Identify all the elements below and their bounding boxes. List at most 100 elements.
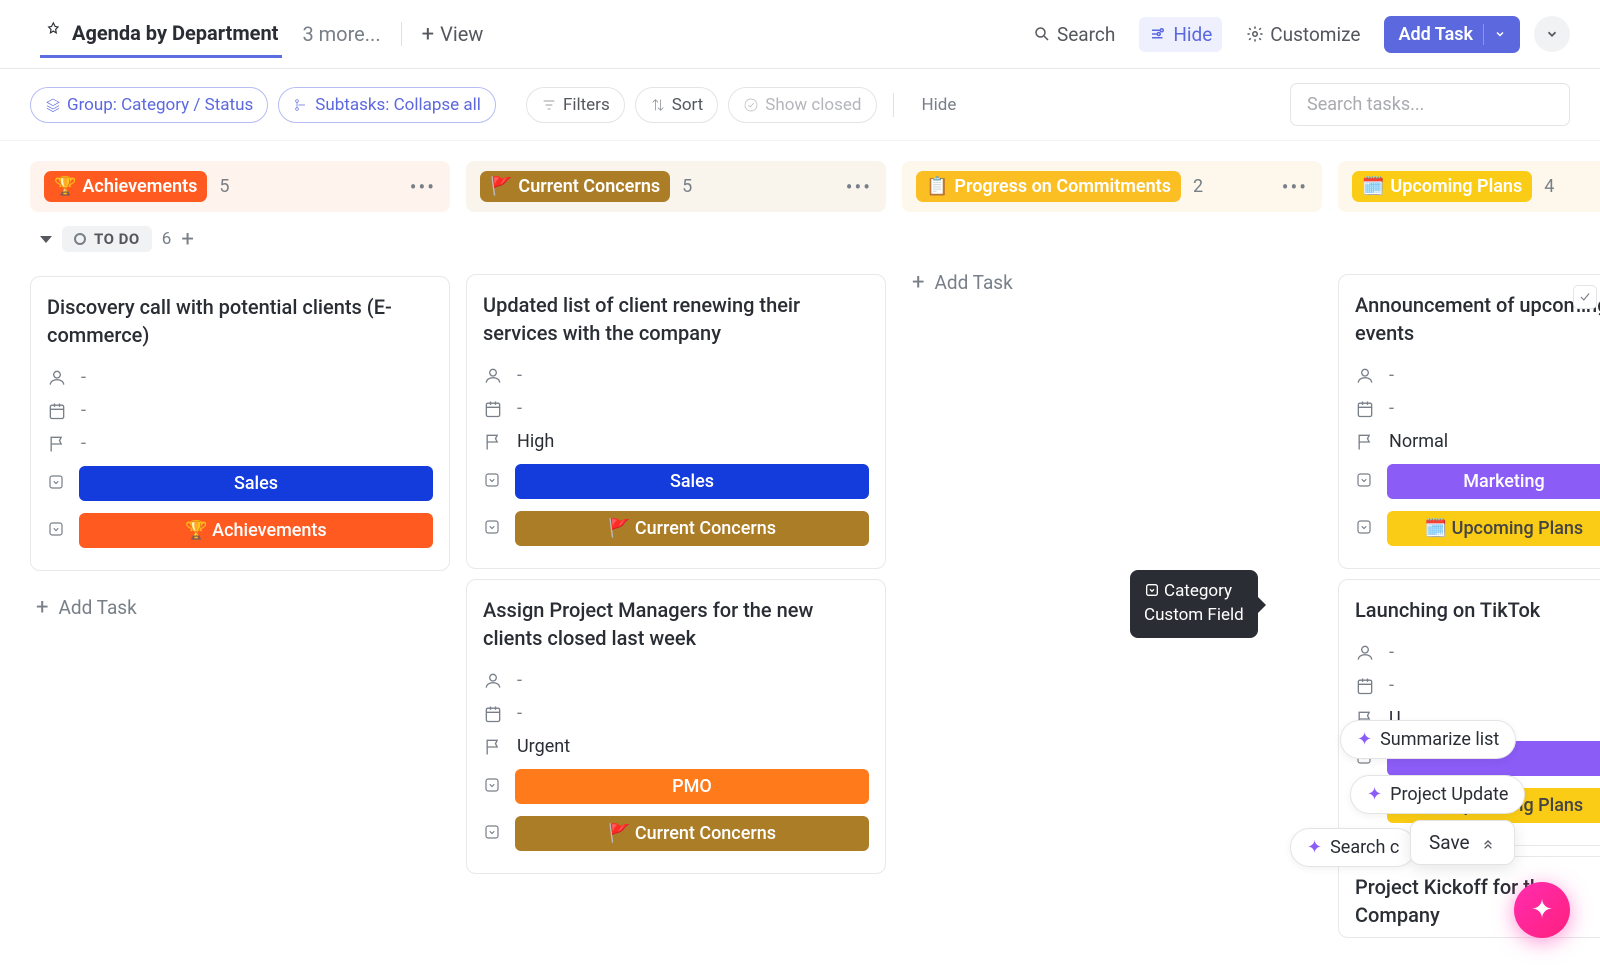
date-row[interactable]: -: [483, 697, 869, 730]
dropdown-icon: [1355, 518, 1373, 540]
sliders-icon: [1149, 25, 1167, 43]
chevrons-up-icon: [1480, 835, 1496, 851]
status-label: TO DO: [94, 230, 140, 248]
task-card[interactable]: Assign Project Managers for the new clie…: [466, 579, 886, 874]
priority-row[interactable]: Normal: [1355, 425, 1600, 458]
subtasks-icon: [293, 97, 309, 113]
dropdown-icon: [1144, 582, 1160, 598]
subtasks-pill[interactable]: Subtasks: Collapse all: [278, 87, 496, 123]
card-title[interactable]: Updated list of client renewing their se…: [483, 291, 869, 347]
category-row[interactable]: 🚩 Current Concerns: [483, 810, 869, 857]
column-menu[interactable]: •••: [846, 175, 872, 199]
category-row[interactable]: 🗓️ Upcoming Plans: [1355, 505, 1600, 552]
hide-button[interactable]: Hide: [1139, 17, 1222, 52]
assignee-row[interactable]: -: [1355, 636, 1600, 669]
more-menu-button[interactable]: [1534, 16, 1570, 52]
date-row[interactable]: -: [1355, 392, 1600, 425]
column-achievements: 🏆Achievements 5 ••• TO DO 6 + Discovery …: [30, 161, 450, 634]
assignee-row[interactable]: -: [47, 361, 433, 394]
column-header[interactable]: 📋Progress on Commitments 2 •••: [902, 161, 1322, 212]
dept-row[interactable]: Marketing: [1355, 458, 1600, 505]
dropdown-icon: [483, 776, 501, 798]
category-row[interactable]: 🚩 Current Concerns: [483, 505, 869, 552]
show-closed-label: Show closed: [765, 95, 861, 115]
more-tabs[interactable]: 3 more...: [302, 22, 380, 46]
search-button[interactable]: Search: [1023, 17, 1125, 52]
card-check-button[interactable]: [1573, 285, 1597, 309]
toolbar: Group: Category / Status Subtasks: Colla…: [0, 69, 1600, 141]
add-view-button[interactable]: + View: [422, 22, 484, 47]
dept-row[interactable]: Sales: [47, 460, 433, 507]
collapse-toggle[interactable]: [40, 236, 52, 243]
add-task-column[interactable]: + Add Task: [902, 264, 1322, 301]
header-bar: Agenda by Department 3 more... + View Se…: [0, 0, 1600, 69]
column-header[interactable]: 🗓️Upcoming Plans 4: [1338, 161, 1600, 212]
dropdown-icon: [47, 473, 65, 495]
task-card[interactable]: Updated list of client renewing their se…: [466, 274, 886, 569]
status-pill[interactable]: TO DO: [62, 226, 152, 252]
sparkle-icon: ✦: [1531, 895, 1553, 925]
card-title[interactable]: Launching on TikTok: [1355, 596, 1600, 624]
task-card[interactable]: Announcement of upcoming events - - Norm…: [1338, 274, 1600, 569]
card-title[interactable]: Discovery call with potential clients (E…: [47, 293, 433, 349]
sort-pill[interactable]: Sort: [635, 87, 719, 123]
view-tab-agenda[interactable]: Agenda by Department: [40, 10, 282, 58]
dropdown-icon: [47, 520, 65, 542]
ai-project-update-chip[interactable]: ✦Project Update: [1350, 775, 1525, 814]
dropdown-icon: [1355, 471, 1373, 493]
card-title[interactable]: Assign Project Managers for the new clie…: [483, 596, 869, 652]
column-count: 2: [1193, 176, 1203, 197]
calendar-icon: [483, 399, 503, 419]
priority-row[interactable]: Urgent: [483, 730, 869, 763]
show-closed-pill[interactable]: Show closed: [728, 87, 876, 123]
column-header[interactable]: 🚩Current Concerns 5 •••: [466, 161, 886, 212]
status-add[interactable]: +: [181, 227, 193, 252]
card-title[interactable]: Announcement of upcoming events: [1355, 291, 1600, 347]
column-tag: 🗓️Upcoming Plans: [1352, 171, 1532, 202]
column-menu[interactable]: •••: [410, 175, 436, 199]
ai-fab[interactable]: ✦: [1514, 882, 1570, 938]
toolbar-hide[interactable]: Hide: [922, 95, 957, 115]
flag-icon: [483, 432, 503, 452]
assignee-row[interactable]: -: [483, 664, 869, 697]
flag-icon: [47, 434, 67, 454]
category-badge: 🚩 Current Concerns: [515, 816, 869, 851]
priority-row[interactable]: High: [483, 425, 869, 458]
ai-summarize-chip[interactable]: ✦Summarize list: [1340, 720, 1516, 759]
customize-button[interactable]: Customize: [1236, 17, 1370, 52]
chevron-down-icon: [1545, 27, 1559, 41]
person-icon: [483, 671, 503, 691]
dept-row[interactable]: PMO: [483, 763, 869, 810]
layers-icon: [45, 97, 61, 113]
category-row[interactable]: 🏆 Achievements: [47, 507, 433, 554]
group-pill[interactable]: Group: Category / Status: [30, 87, 268, 123]
column-header[interactable]: 🏆Achievements 5 •••: [30, 161, 450, 212]
date-row[interactable]: -: [47, 394, 433, 427]
dept-row[interactable]: Sales: [483, 458, 869, 505]
task-card[interactable]: Discovery call with potential clients (E…: [30, 276, 450, 571]
check-circle-icon: [743, 97, 759, 113]
status-count: 6: [162, 229, 172, 249]
column-concerns: 🚩Current Concerns 5 ••• Updated list of …: [466, 161, 886, 884]
add-task-button[interactable]: Add Task: [1384, 16, 1520, 53]
priority-row[interactable]: -: [47, 427, 433, 460]
column-count: 5: [219, 176, 229, 197]
search-tasks-input[interactable]: Search tasks...: [1290, 83, 1570, 126]
date-row[interactable]: -: [483, 392, 869, 425]
add-task-column[interactable]: + Add Task: [30, 581, 450, 634]
customize-label: Customize: [1270, 23, 1360, 46]
column-menu[interactable]: •••: [1282, 175, 1308, 199]
assignee-row[interactable]: -: [1355, 359, 1600, 392]
person-icon: [1355, 366, 1375, 386]
ai-search-chip[interactable]: ✦Search c: [1290, 828, 1416, 867]
category-badge: 🚩 Current Concerns: [515, 511, 869, 546]
sort-label: Sort: [672, 95, 704, 115]
assignee-row[interactable]: -: [483, 359, 869, 392]
chevron-down-icon[interactable]: [1483, 24, 1506, 45]
filters-pill[interactable]: Filters: [526, 87, 625, 123]
column-tag: 🏆Achievements: [44, 171, 207, 202]
person-icon: [47, 368, 67, 388]
hide-label: Hide: [1173, 23, 1212, 46]
date-row[interactable]: -: [1355, 669, 1600, 702]
save-popup[interactable]: Save: [1410, 820, 1515, 865]
